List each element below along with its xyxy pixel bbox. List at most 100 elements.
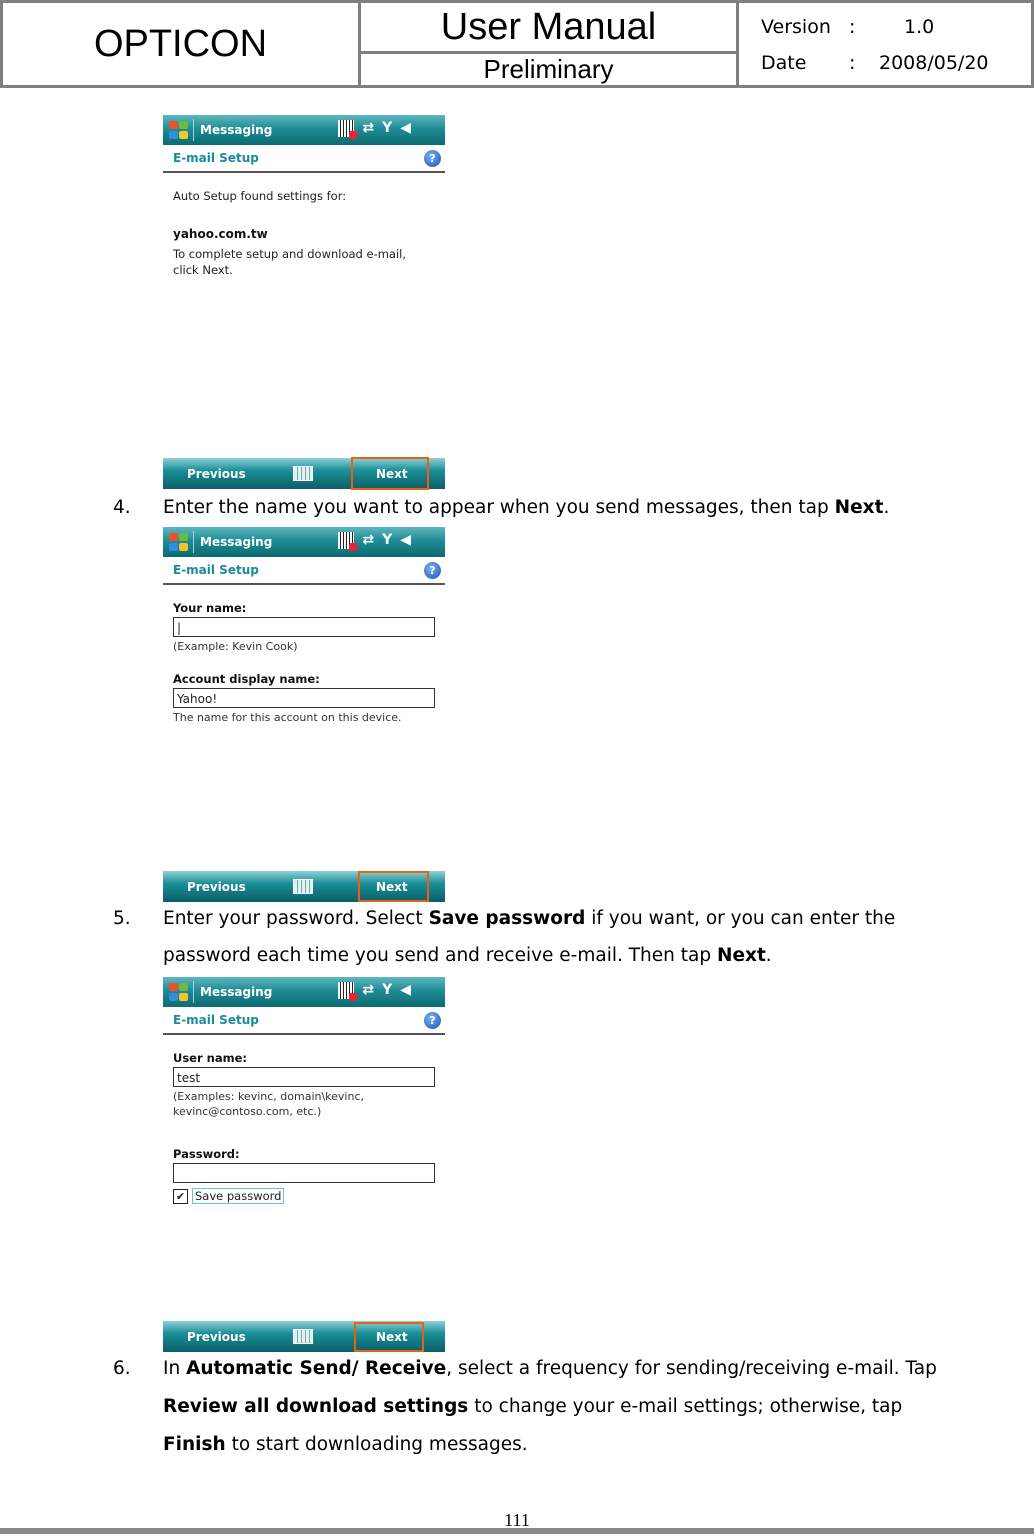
next-highlight-box bbox=[351, 457, 429, 490]
date-label: Date bbox=[761, 52, 807, 74]
connectivity-icon[interactable]: ⇄ bbox=[362, 982, 374, 999]
user-name-label: User name: bbox=[173, 1051, 247, 1065]
speaker-icon[interactable]: ◀ bbox=[400, 982, 411, 999]
signal-icon[interactable]: Y bbox=[382, 120, 392, 137]
step-text-line2: Review all download settings to change y… bbox=[163, 1396, 902, 1417]
display-name-input[interactable]: Yahoo! bbox=[173, 688, 435, 708]
display-name-note: The name for this account on this device… bbox=[173, 711, 402, 724]
step-text-plain: . bbox=[765, 945, 772, 966]
document-header: OPTICON User Manual Preliminary Version … bbox=[0, 0, 1034, 88]
step-text-line1: Enter your password. Select Save passwor… bbox=[163, 908, 895, 929]
user-name-note-2: kevinc@contoso.com, etc.) bbox=[173, 1105, 322, 1118]
date-sep: : bbox=[849, 52, 856, 74]
next-highlight-box bbox=[358, 871, 429, 902]
instruction-text: To complete setup and download e-mail, c… bbox=[173, 247, 407, 277]
title-bar: Messaging ⇄ Y ◀ bbox=[163, 527, 445, 557]
doc-status: Preliminary bbox=[483, 54, 614, 84]
help-icon[interactable]: ? bbox=[424, 149, 441, 167]
checkbox-check-icon[interactable]: ✔ bbox=[173, 1188, 188, 1204]
title-bar: Messaging ⇄ Y ◀ bbox=[163, 977, 445, 1007]
step-text-line1: In Automatic Send/ Receive, select a fre… bbox=[163, 1358, 937, 1379]
your-name-label: Your name: bbox=[173, 601, 247, 615]
step-number: 4. bbox=[113, 497, 131, 518]
user-name-input[interactable]: test bbox=[173, 1067, 435, 1087]
step-text: Enter the name you want to appear when y… bbox=[163, 497, 889, 518]
signal-icon[interactable]: Y bbox=[382, 982, 392, 999]
windows-start-icon[interactable] bbox=[168, 982, 190, 1002]
step-number: 5. bbox=[113, 908, 131, 929]
keyboard-icon[interactable] bbox=[293, 1329, 313, 1344]
next-highlight-box bbox=[354, 1322, 424, 1352]
title-bar: Messaging ⇄ Y ◀ bbox=[163, 115, 445, 145]
previous-button[interactable]: Previous bbox=[187, 467, 246, 481]
step-text-plain: password each time you send and receive … bbox=[163, 945, 717, 966]
step-text-bold: Finish bbox=[163, 1434, 226, 1455]
sub-header: E-mail Setup ? bbox=[163, 557, 445, 585]
device-screenshot-autosetup: Messaging ⇄ Y ◀ E-mail Setup ? Auto Setu… bbox=[163, 115, 445, 455]
autosetup-text: Auto Setup found settings for: bbox=[173, 189, 347, 203]
previous-button[interactable]: Previous bbox=[187, 880, 246, 894]
step-number: 6. bbox=[113, 1358, 131, 1379]
step-text-plain: Enter the name you want to appear when y… bbox=[163, 497, 835, 518]
device-screenshot-password: Messaging ⇄ Y ◀ E-mail Setup ? User name… bbox=[163, 977, 445, 1317]
meta-cell: Version : 1.0 Date : 2008/05/20 bbox=[739, 3, 1031, 85]
device-screenshot-name: Messaging ⇄ Y ◀ E-mail Setup ? Your name… bbox=[163, 527, 445, 867]
step-text-plain: if you want, or you can enter the bbox=[585, 908, 896, 929]
help-icon[interactable]: ? bbox=[424, 1011, 441, 1029]
keyboard-icon[interactable] bbox=[293, 466, 313, 481]
barcode-icon[interactable] bbox=[338, 120, 358, 139]
app-title: Messaging bbox=[200, 123, 273, 137]
page-subtitle: E-mail Setup bbox=[173, 151, 259, 165]
signal-icon[interactable]: Y bbox=[382, 532, 392, 549]
step-text-plain: . bbox=[883, 497, 890, 518]
version-row: Version : 1.0 bbox=[761, 16, 1031, 38]
password-input[interactable] bbox=[173, 1163, 435, 1183]
connectivity-icon[interactable]: ⇄ bbox=[362, 120, 374, 137]
windows-start-icon[interactable] bbox=[168, 532, 190, 552]
display-name-label: Account display name: bbox=[173, 672, 320, 686]
save-password-label[interactable]: Save password bbox=[192, 1188, 285, 1204]
step-text-plain: to start downloading messages. bbox=[225, 1434, 528, 1455]
password-label: Password: bbox=[173, 1147, 240, 1161]
app-title: Messaging bbox=[200, 985, 273, 999]
step-text-bold: Next bbox=[716, 945, 766, 966]
domain-name: yahoo.com.tw bbox=[173, 227, 268, 241]
app-title: Messaging bbox=[200, 535, 273, 549]
step-text-plain: , select a frequency for sending/receivi… bbox=[446, 1358, 937, 1379]
date-row: Date : 2008/05/20 bbox=[761, 52, 1031, 74]
step-text-line2: password each time you send and receive … bbox=[163, 945, 772, 966]
help-icon[interactable]: ? bbox=[424, 561, 441, 579]
previous-button[interactable]: Previous bbox=[187, 1330, 246, 1344]
version-sep: : bbox=[849, 16, 856, 38]
date-value: 2008/05/20 bbox=[879, 52, 989, 74]
step-text-plain: In bbox=[163, 1358, 187, 1379]
your-name-note: (Example: Kevin Cook) bbox=[173, 640, 298, 653]
page-subtitle: E-mail Setup bbox=[173, 563, 259, 577]
page-subtitle: E-mail Setup bbox=[173, 1013, 259, 1027]
version-label: Version bbox=[761, 16, 831, 38]
user-name-note-1: (Examples: kevinc, domain\kevinc, bbox=[173, 1090, 365, 1103]
your-name-input[interactable]: | bbox=[173, 617, 435, 637]
step-text-bold: Save password bbox=[428, 908, 586, 929]
step-text-plain: Enter your password. Select bbox=[163, 908, 429, 929]
step-text-plain: to change your e-mail settings; otherwis… bbox=[468, 1396, 903, 1417]
step-text-bold: Next bbox=[834, 497, 884, 518]
sub-header: E-mail Setup ? bbox=[163, 145, 445, 173]
barcode-icon[interactable] bbox=[338, 532, 358, 551]
save-password-checkbox[interactable]: ✔ Save password bbox=[173, 1188, 285, 1204]
step-text-line3: Finish to start downloading messages. bbox=[163, 1434, 528, 1455]
keyboard-icon[interactable] bbox=[293, 879, 313, 894]
company-name: OPTICON bbox=[3, 3, 361, 85]
speaker-icon[interactable]: ◀ bbox=[400, 532, 411, 549]
footer-divider bbox=[0, 1528, 1034, 1534]
speaker-icon[interactable]: ◀ bbox=[400, 120, 411, 137]
step-text-bold: Review all download settings bbox=[163, 1396, 469, 1417]
barcode-icon[interactable] bbox=[338, 982, 358, 1001]
sub-header: E-mail Setup ? bbox=[163, 1007, 445, 1035]
windows-start-icon[interactable] bbox=[168, 120, 190, 140]
doc-title: User Manual bbox=[361, 3, 736, 54]
version-value: 1.0 bbox=[904, 16, 935, 38]
title-cell: User Manual Preliminary bbox=[361, 3, 739, 85]
connectivity-icon[interactable]: ⇄ bbox=[362, 532, 374, 549]
step-text-bold: Automatic Send/ Receive bbox=[186, 1358, 447, 1379]
